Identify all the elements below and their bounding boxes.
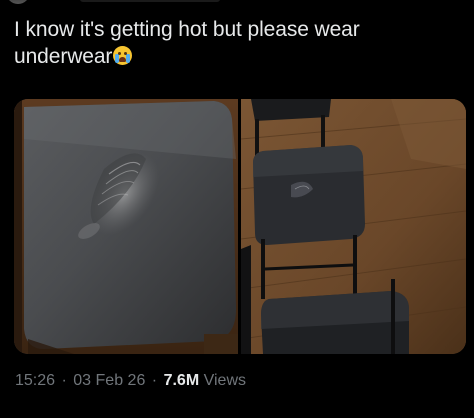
tweet-date: 03 Feb 26 — [73, 372, 146, 389]
tweet-time: 15:26 — [15, 372, 56, 389]
separator: · — [151, 372, 158, 389]
tweet-timestamp[interactable]: 15:26 · 03 Feb 26 · 7.6M Views — [15, 370, 246, 392]
separator: · — [61, 372, 67, 389]
tweet-text: I know it's getting hot but please wear … — [14, 16, 464, 70]
folding-chairs-image — [241, 99, 466, 354]
media-photo-2[interactable] — [241, 99, 466, 354]
author-header-edge — [80, 0, 220, 2]
tweet-page: I know it's getting hot but please wear … — [0, 0, 474, 418]
media-photo-1[interactable] — [14, 99, 238, 354]
tweet-text-line-1: I know it's getting hot but please wear — [14, 18, 360, 41]
views-label: Views — [203, 372, 246, 389]
chair-seat-closeup-image — [14, 99, 238, 354]
tweet-text-line-2: underwear — [14, 45, 113, 68]
views-count: 7.6M — [163, 372, 200, 389]
avatar[interactable] — [6, 0, 30, 4]
loudly-crying-face-icon — [113, 46, 133, 65]
tweet-media-grid — [14, 99, 466, 354]
